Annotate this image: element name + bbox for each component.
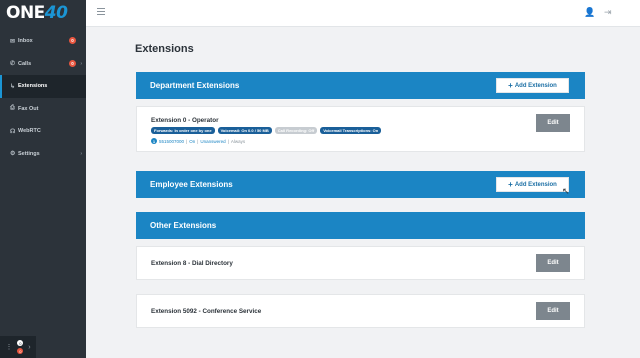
fax-icon: ⎙ (10, 105, 15, 112)
department-extensions-header: Department Extensions + Add Extension (136, 72, 585, 99)
sidebar-nav: ✉ Inbox 0 ✆ Calls 0 › ↳ Extensions ⎙ Fax… (0, 30, 86, 165)
section-title: Employee Extensions (150, 180, 233, 189)
forward-state: On (189, 138, 196, 144)
edit-button[interactable]: Edit (536, 254, 570, 272)
phone-icon: ✆ (10, 61, 16, 68)
sidebar-item-label: Settings (18, 150, 40, 157)
status-badges: 0 0 (17, 340, 24, 354)
forward-phone: 5515007000 (159, 138, 185, 144)
gear-icon: ⚙ (10, 151, 16, 158)
sidebar-item-label: Calls (18, 60, 32, 67)
forward-when: Always (230, 138, 246, 144)
extension-icon: ↳ (10, 83, 16, 90)
sidebar-item-label: Extensions (18, 83, 48, 90)
extension-card-dial-directory: Extension 8 - Dial Directory Edit (136, 246, 585, 280)
edit-button[interactable]: Edit (536, 302, 570, 320)
voicemail-tag: Voicemail: On 0.0 / 50 MB (217, 127, 272, 134)
extension-title: Extension 5092 - Conference Service (151, 308, 262, 315)
add-department-extension-button[interactable]: + Add Extension (496, 78, 569, 93)
logo[interactable]: ONE 40 (0, 0, 86, 26)
forward-order-badge: 1 (151, 138, 157, 144)
plus-icon: + (508, 81, 513, 90)
employee-extensions-header: Employee Extensions + Add Extension (136, 171, 585, 198)
chevron-right-icon[interactable]: › (28, 344, 30, 351)
headset-icon: ☊ (10, 128, 16, 135)
topbar: 👤 ⇥ (86, 0, 640, 27)
sidebar: ONE 40 ✉ Inbox 0 ✆ Calls 0 › ↳ Extension… (0, 0, 86, 358)
page-title: Extensions (135, 43, 194, 55)
sidebar-item-settings[interactable]: ⚙ Settings › (0, 143, 86, 166)
extension-card-operator: Extension 0 - Operator Forwards: In orde… (136, 106, 585, 152)
sidebar-item-label: Fax Out (18, 105, 39, 112)
section-title: Department Extensions (150, 81, 240, 90)
mouse-cursor-icon: ↖ (562, 186, 570, 196)
logo-number: 40 (44, 3, 68, 23)
separator: | (197, 138, 199, 144)
menu-icon[interactable]: ⋮ (5, 343, 12, 351)
voicemail-transcriptions-tag: Voicemail Transcriptions: On (320, 127, 382, 134)
sidebar-item-fax-out[interactable]: ⎙ Fax Out (0, 98, 86, 121)
logo-text: ONE (6, 3, 45, 23)
sidebar-item-calls[interactable]: ✆ Calls 0 › (0, 53, 86, 76)
extension-card-conference-service: Extension 5092 - Conference Service Edit (136, 294, 585, 328)
sidebar-item-label: Inbox (18, 38, 33, 45)
chevron-right-icon: › (80, 150, 82, 157)
chevron-right-icon: › (80, 60, 82, 67)
extension-title: Extension 8 - Dial Directory (151, 260, 233, 267)
hamburger-menu-icon[interactable] (97, 8, 105, 15)
main-content: Extensions Department Extensions + Add E… (86, 27, 640, 358)
sidebar-item-inbox[interactable]: ✉ Inbox 0 (0, 30, 86, 53)
status-bar: ⋮ 0 0 › (0, 336, 36, 358)
edit-button[interactable]: Edit (536, 114, 570, 132)
logout-icon[interactable]: ⇥ (604, 7, 612, 18)
user-icon[interactable]: 👤 (584, 7, 595, 18)
forward-status: Unanswered (200, 138, 226, 144)
calls-badge: 0 (69, 59, 76, 67)
add-employee-extension-button[interactable]: + Add Extension (496, 177, 569, 192)
sidebar-item-label: WebRTC (18, 128, 41, 135)
status-badge-red: 0 (17, 348, 24, 354)
inbox-badge: 0 (69, 37, 76, 44)
status-badge-white: 0 (17, 340, 24, 346)
call-recording-tag: Call Recording: Off (274, 127, 318, 134)
add-button-label: Add Extension (514, 82, 557, 89)
extension-tags: Forwards: In order one by one Voicemail:… (151, 127, 382, 134)
envelope-icon: ✉ (10, 38, 16, 45)
separator: | (227, 138, 229, 144)
add-button-label: Add Extension (514, 181, 557, 188)
separator: | (186, 138, 188, 144)
sidebar-item-webrtc[interactable]: ☊ WebRTC (0, 120, 86, 143)
section-title: Other Extensions (150, 221, 217, 230)
forwarding-detail: 1 5515007000 | On | Unanswered | Always (151, 138, 245, 144)
extension-title: Extension 0 - Operator (151, 117, 219, 124)
sidebar-item-extensions[interactable]: ↳ Extensions (0, 75, 86, 98)
other-extensions-header: Other Extensions (136, 212, 585, 239)
plus-icon: + (508, 180, 513, 189)
forwards-tag: Forwards: In order one by one (151, 127, 215, 134)
